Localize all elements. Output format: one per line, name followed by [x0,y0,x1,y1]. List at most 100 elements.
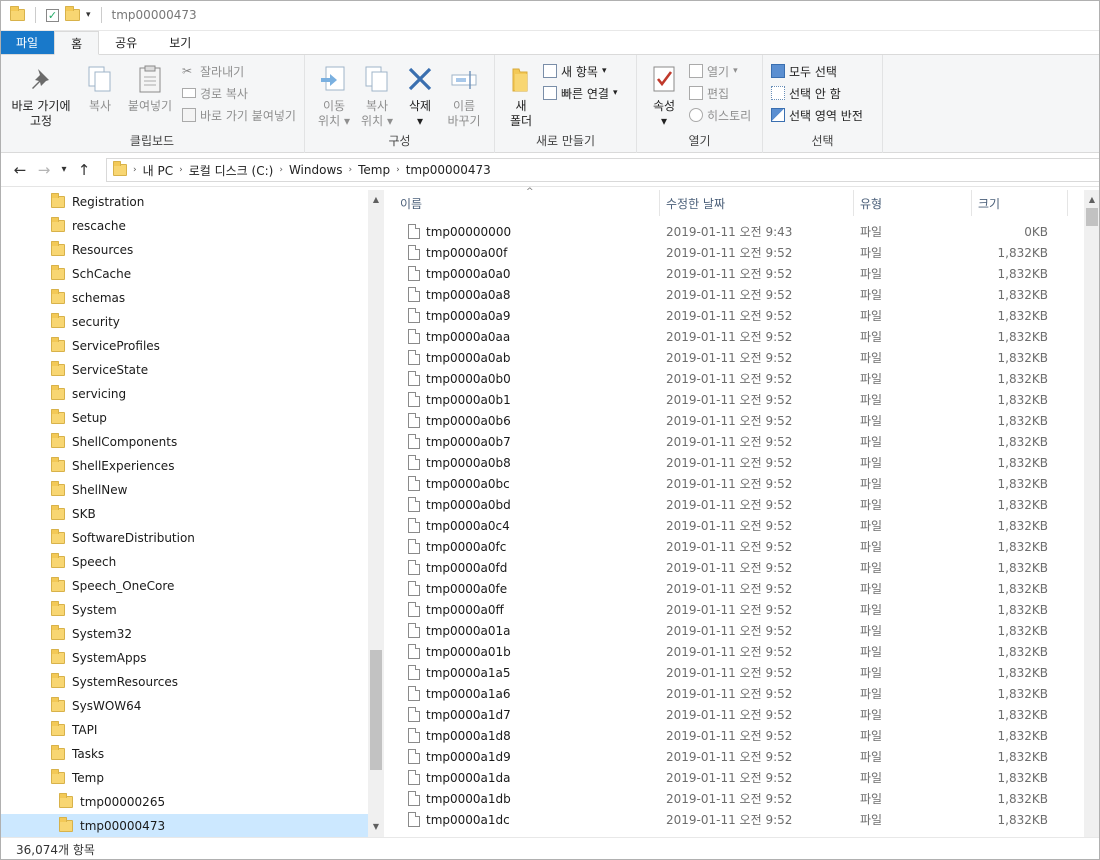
tree-item[interactable]: System [0,598,370,622]
tab-home[interactable]: 홈 [54,31,100,55]
breadcrumb-local-disk[interactable]: 로컬 디스크 (C:) [189,162,274,179]
tab-file[interactable]: 파일 [0,31,55,54]
column-name[interactable]: 이름 [386,190,660,216]
recent-dropdown-icon[interactable]: ▾ [56,164,72,175]
tree-item[interactable]: ShellExperiences [0,454,370,478]
file-row[interactable]: tmp0000a0b1 2019-01-11 오전 9:52 파일 1,832KB [386,389,1086,410]
tree-item[interactable]: ShellComponents [0,430,370,454]
file-row[interactable]: tmp0000a1dc 2019-01-11 오전 9:52 파일 1,832KB [386,809,1086,830]
select-none-button[interactable]: 선택 안 함 [771,84,863,102]
file-row[interactable]: tmp0000a0fd 2019-01-11 오전 9:52 파일 1,832KB [386,557,1086,578]
file-row[interactable]: tmp0000a1db 2019-01-11 오전 9:52 파일 1,832KB [386,788,1086,809]
history-button[interactable]: 히스토리 [689,106,751,124]
file-row[interactable]: tmp0000a0a8 2019-01-11 오전 9:52 파일 1,832KB [386,284,1086,305]
file-row[interactable]: tmp0000a1d7 2019-01-11 오전 9:52 파일 1,832KB [386,704,1086,725]
file-list-scrollbar[interactable]: ▲ [1084,190,1100,837]
tree-item[interactable]: servicing [0,382,370,406]
select-all-button[interactable]: 모두 선택 [771,62,863,80]
tree-item[interactable]: ServiceState [0,358,370,382]
properties-dropdown-icon[interactable]: ▾ [661,114,667,129]
tree-item[interactable]: SKB [0,502,370,526]
tree-item[interactable]: SystemResources [0,670,370,694]
invert-selection-button[interactable]: 선택 영역 반전 [771,106,863,124]
file-row[interactable]: tmp0000a01b 2019-01-11 오전 9:52 파일 1,832KB [386,641,1086,662]
tree-scrollbar[interactable]: ▲ ▼ [368,190,384,837]
breadcrumb-this-pc[interactable]: 내 PC [143,162,173,179]
tab-view[interactable]: 보기 [153,31,207,54]
file-row[interactable]: tmp0000a1a5 2019-01-11 오전 9:52 파일 1,832KB [386,662,1086,683]
file-row[interactable]: tmp0000a0b6 2019-01-11 오전 9:52 파일 1,832KB [386,410,1086,431]
breadcrumb-windows[interactable]: Windows [289,163,343,177]
back-arrow-icon[interactable]: ← [8,161,32,179]
chevron-right-icon[interactable]: › [279,165,283,175]
chevron-right-icon[interactable]: › [133,165,137,175]
file-row[interactable]: tmp0000a1da 2019-01-11 오전 9:52 파일 1,832KB [386,767,1086,788]
tree-item[interactable]: SysWOW64 [0,694,370,718]
file-row[interactable]: tmp0000a0b8 2019-01-11 오전 9:52 파일 1,832KB [386,452,1086,473]
cut-button[interactable]: ✂ 잘라내기 [182,62,296,80]
open-button[interactable]: 열기 ▾ [689,62,751,80]
paste-shortcut-button[interactable]: 바로 가기 붙여넣기 [182,106,296,124]
scroll-down-icon[interactable]: ▼ [368,819,384,835]
tree-item[interactable]: Speech_OneCore [0,574,370,598]
file-row[interactable]: tmp00000000 2019-01-11 오전 9:43 파일 0KB [386,221,1086,242]
easy-access-button[interactable]: 빠른 연결 ▾ [543,84,618,102]
tree-item[interactable]: ShellNew [0,478,370,502]
tree-item[interactable]: Temp [0,766,370,790]
tree-item[interactable]: SystemApps [0,646,370,670]
tree-item[interactable]: ServiceProfiles [0,334,370,358]
chevron-right-icon[interactable]: › [396,165,400,175]
scroll-up-icon[interactable]: ▲ [368,192,384,208]
tree-item[interactable]: schemas [0,286,370,310]
file-row[interactable]: tmp0000a1d9 2019-01-11 오전 9:52 파일 1,832KB [386,746,1086,767]
tree-item[interactable]: Speech [0,550,370,574]
tree-item[interactable]: Resources [0,238,370,262]
file-row[interactable]: tmp0000a1d8 2019-01-11 오전 9:52 파일 1,832KB [386,725,1086,746]
tree-scroll-thumb[interactable] [370,650,382,770]
file-row[interactable]: tmp0000a0a0 2019-01-11 오전 9:52 파일 1,832KB [386,263,1086,284]
file-row[interactable]: tmp0000a00f 2019-01-11 오전 9:52 파일 1,832KB [386,242,1086,263]
file-row[interactable]: tmp0000a0bc 2019-01-11 오전 9:52 파일 1,832KB [386,473,1086,494]
up-arrow-icon[interactable]: ↑ [72,161,96,179]
file-row[interactable]: tmp0000a0bd 2019-01-11 오전 9:52 파일 1,832KB [386,494,1086,515]
tree-item[interactable]: security [0,310,370,334]
forward-arrow-icon[interactable]: → [32,161,56,179]
customize-dropdown-icon[interactable]: ▾ [86,10,91,20]
tab-share[interactable]: 공유 [99,31,153,54]
tree-item[interactable]: System32 [0,622,370,646]
breadcrumb-current[interactable]: tmp00000473 [406,163,491,177]
file-row[interactable]: tmp0000a0aa 2019-01-11 오전 9:52 파일 1,832KB [386,326,1086,347]
file-row[interactable]: tmp0000a0b7 2019-01-11 오전 9:52 파일 1,832KB [386,431,1086,452]
tree-item[interactable]: Setup [0,406,370,430]
file-list-scroll-thumb[interactable] [1086,208,1098,226]
copy-path-button[interactable]: 경로 복사 [182,84,296,102]
column-date[interactable]: 수정한 날짜 [660,190,854,216]
address-bar[interactable]: › 내 PC › 로컬 디스크 (C:) › Windows › Temp › … [106,158,1100,182]
file-row[interactable]: tmp0000a0b0 2019-01-11 오전 9:52 파일 1,832KB [386,368,1086,389]
tree-item[interactable]: Tasks [0,742,370,766]
folder-icon[interactable] [10,6,25,21]
column-size[interactable]: 크기 [972,190,1068,216]
scroll-up-icon[interactable]: ▲ [1084,192,1100,208]
tree-item[interactable]: SchCache [0,262,370,286]
chevron-right-icon[interactable]: › [179,165,183,175]
delete-dropdown-icon[interactable]: ▾ [417,114,423,129]
file-row[interactable]: tmp0000a0a9 2019-01-11 오전 9:52 파일 1,832KB [386,305,1086,326]
chevron-right-icon[interactable]: › [349,165,353,175]
new-item-button[interactable]: 새 항목 ▾ [543,62,618,80]
file-row[interactable]: tmp0000a0ab 2019-01-11 오전 9:52 파일 1,832KB [386,347,1086,368]
tree-item[interactable]: rescache [0,214,370,238]
new-folder-icon[interactable] [65,6,80,21]
properties-check-icon[interactable]: ✓ [46,8,59,22]
tree-item[interactable]: tmp00000473 [0,814,370,837]
file-row[interactable]: tmp0000a1a6 2019-01-11 오전 9:52 파일 1,832KB [386,683,1086,704]
file-row[interactable]: tmp0000a0ff 2019-01-11 오전 9:52 파일 1,832KB [386,599,1086,620]
breadcrumb-temp[interactable]: Temp [358,163,390,177]
tree-item[interactable]: Registration [0,190,370,214]
file-row[interactable]: tmp0000a01a 2019-01-11 오전 9:52 파일 1,832KB [386,620,1086,641]
tree-item[interactable]: tmp00000265 [0,790,370,814]
file-row[interactable]: tmp0000a0fc 2019-01-11 오전 9:52 파일 1,832KB [386,536,1086,557]
tree-item[interactable]: TAPI [0,718,370,742]
tree-item[interactable]: SoftwareDistribution [0,526,370,550]
file-row[interactable]: tmp0000a0c4 2019-01-11 오전 9:52 파일 1,832KB [386,515,1086,536]
